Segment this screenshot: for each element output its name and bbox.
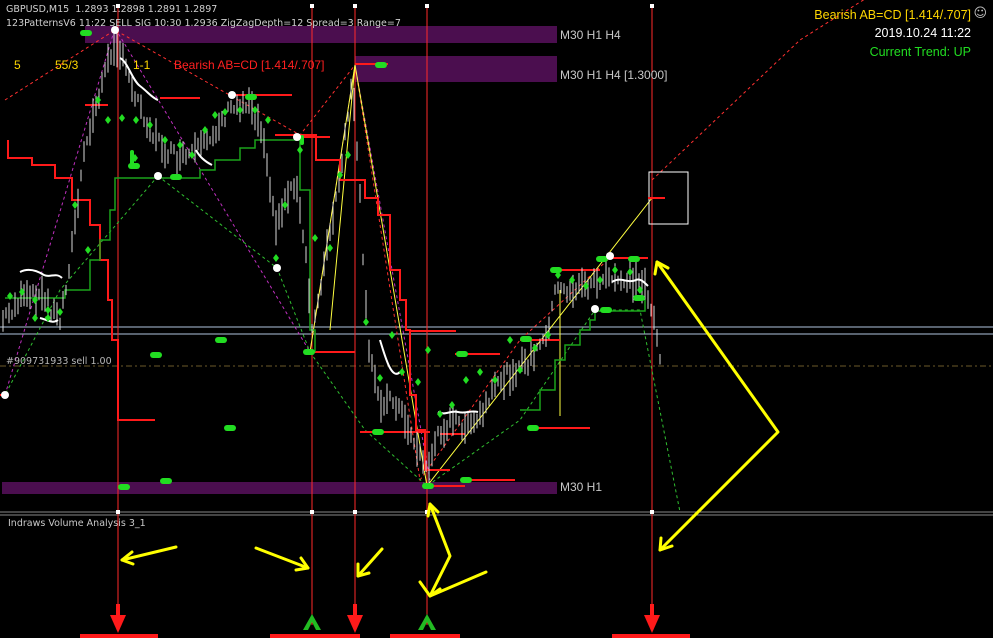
signal-diamond — [415, 378, 421, 386]
zone-label-bottom: M30 H1 — [560, 480, 603, 494]
signal-diamond — [425, 346, 431, 354]
signal-diamond — [212, 111, 218, 119]
price-chart[interactable] — [0, 0, 993, 638]
pattern-label: Bearish AB=CD [1.414/.707] — [174, 58, 325, 72]
signal-diamond — [437, 410, 443, 418]
red-down-arrow-icon — [110, 604, 660, 633]
signal-diamond — [105, 116, 111, 124]
signal-diamond — [147, 121, 153, 129]
signal-diamond — [32, 314, 38, 322]
signal-diamond — [252, 106, 258, 114]
chart-header: GBPUSD,M15 1.2893 1.2898 1.2891 1.2897 — [6, 4, 217, 15]
zone-label-upper: M30 H1 H4 [1.3000] — [560, 68, 668, 82]
pattern-count-2: 55/3 — [55, 58, 79, 72]
signal-diamond — [162, 136, 168, 144]
trend-info: Current Trend: UP — [869, 45, 971, 59]
pattern-count-3: 1-1 — [133, 58, 151, 72]
signal-diamond — [399, 368, 405, 376]
signal-diamond — [282, 201, 288, 209]
signal-diamond — [312, 234, 318, 242]
signal-diamond — [72, 201, 78, 209]
signal-diamond — [222, 108, 228, 116]
signal-diamond — [85, 246, 91, 254]
signal-diamond — [389, 331, 395, 339]
annotation-arrows — [120, 260, 780, 598]
datetime-info: 2019.10.24 11:22 — [874, 26, 971, 40]
signal-diamond — [507, 336, 513, 344]
pattern-count-1: 5 — [14, 58, 21, 72]
ohlc-label: 1.2893 1.2898 1.2891 1.2897 — [75, 4, 218, 15]
signal-diamond — [57, 308, 63, 316]
sr-zone-bottom — [2, 482, 557, 494]
signal-diamond — [45, 306, 51, 314]
signal-diamond — [273, 254, 279, 262]
signal-diamond — [477, 368, 483, 376]
signal-diamond — [237, 106, 243, 114]
symbol-label: GBPUSD,M15 — [6, 4, 70, 15]
smiley-icon[interactable]: ☺ — [973, 6, 987, 21]
order-line-label[interactable]: #909731933 sell 1.00 — [6, 356, 112, 367]
subwindow-title: Indraws Volume Analysis 3_1 — [8, 518, 146, 529]
signal-diamond — [297, 146, 303, 154]
green-up-arrow-icon — [303, 614, 436, 630]
signal-diamond — [463, 376, 469, 384]
signal-diamond — [327, 244, 333, 252]
signal-diamond — [377, 374, 383, 382]
indicator-label: 123PatternsV6 11:22 SELL SIG 10:30 1.293… — [6, 18, 401, 29]
sr-zone-upper — [355, 56, 557, 82]
signal-diamond — [7, 292, 13, 300]
signal-diamond — [133, 116, 139, 124]
signal-diamond — [612, 266, 618, 274]
pattern-info: Bearish AB=CD [1.414/.707] — [814, 8, 971, 22]
signal-diamond — [597, 276, 603, 284]
signal-diamond — [627, 268, 633, 276]
signal-diamond — [363, 318, 369, 326]
signal-diamond — [119, 114, 125, 122]
zone-label-top: M30 H1 H4 — [560, 28, 621, 42]
signal-diamond — [177, 141, 183, 149]
signal-diamond — [265, 116, 271, 124]
